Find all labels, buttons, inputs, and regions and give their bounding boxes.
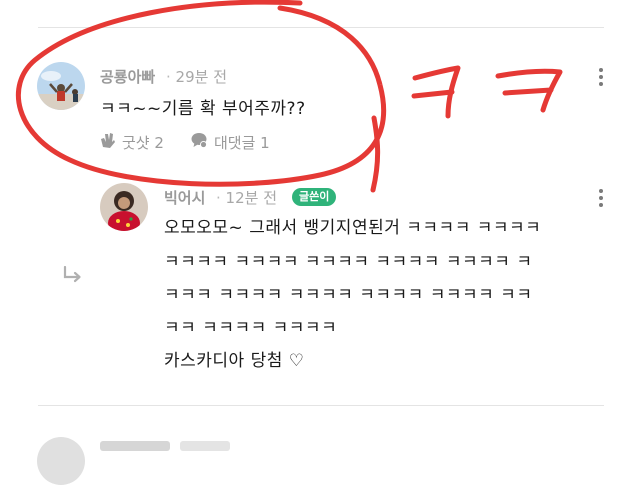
reply-text-line-2: ㅋㅋㅋㅋ ㅋㅋㅋㅋ ㅋㅋㅋㅋ ㅋㅋㅋㅋ ㅋㅋㅋㅋ ㅋ [164,252,533,272]
avatar[interactable] [37,62,85,110]
comment-text: ㅋㅋ~~기름 확 부어주까?? [100,99,306,119]
reply-button[interactable]: 대댓글 1 [190,131,270,153]
like-label: 굿샷 2 [122,133,164,152]
reply-arrow-icon [62,265,84,288]
reply-avatar[interactable] [100,183,148,231]
next-comment-avatar[interactable] [37,437,85,485]
reply-time: · 12분 전 [216,187,277,208]
reply-text-line-5: 카스카디아 당첨 ♡ [164,351,305,371]
speech-bubble-icon [190,131,208,153]
comment-more-icon[interactable] [598,68,604,89]
comment-time-text: 29분 전 [175,68,228,86]
reply-label: 대댓글 1 [214,133,270,152]
comment-author[interactable]: 공룡아빠 [100,66,155,87]
reply-more-icon[interactable] [598,189,604,210]
top-divider [38,27,604,28]
reply-text-line-1: 오모오모~ 그래서 뱅기지연된거 ㅋㅋㅋㅋ ㅋㅋㅋㅋ [164,218,542,238]
reply-author[interactable]: 빅어시 [164,187,205,208]
comment-time: · 29분 전 [166,66,227,87]
clap-icon [100,131,116,153]
meta-separator: · [166,68,176,86]
reply-time-text: 12분 전 [225,189,278,207]
author-badge: 글쓴이 [292,188,337,206]
next-comment-time-placeholder [180,441,230,451]
like-button[interactable]: 굿샷 2 [100,131,164,153]
reply-text-line-3: ㅋㅋㅋ ㅋㅋㅋㅋ ㅋㅋㅋㅋ ㅋㅋㅋㅋ ㅋㅋㅋㅋ ㅋㅋ [164,285,533,305]
reply-text-line-4: ㅋㅋ ㅋㅋㅋㅋ ㅋㅋㅋㅋ [164,318,338,338]
next-comment-author-placeholder [100,441,170,451]
bottom-divider [38,405,604,406]
meta-separator: · [216,189,226,207]
